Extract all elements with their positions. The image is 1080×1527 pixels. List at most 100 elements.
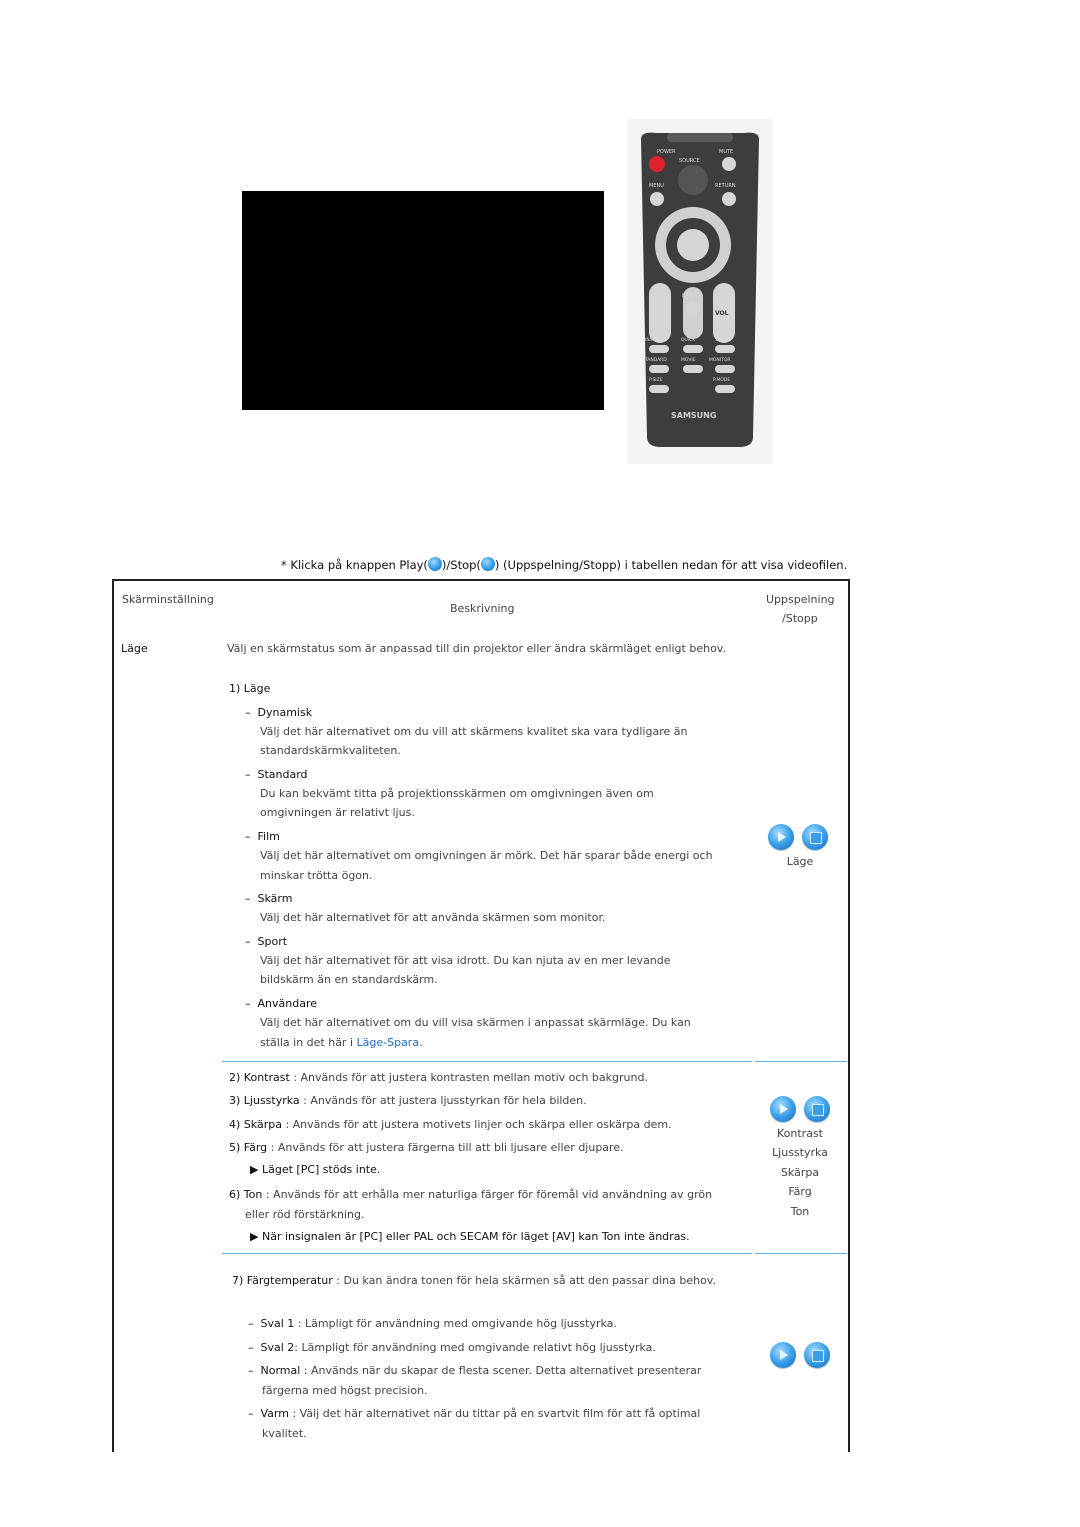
mode-desc-line: Välj det här alternativet om du vill vis…: [260, 1016, 691, 1029]
item-ljusstyrka: 3) Ljusstyrka : Används för att justera …: [229, 1091, 587, 1110]
note-prefix: * Klicka på knappen Play(: [281, 558, 428, 572]
stop-icon: [812, 1104, 824, 1116]
play-button[interactable]: [770, 1342, 796, 1368]
mode-standard: – Standard: [245, 768, 308, 781]
play-icon: [780, 1350, 788, 1360]
pmode-label: P.MODE: [713, 377, 730, 383]
mode-skarm: – Skärm: [245, 892, 293, 905]
item-term: Ton: [243, 1188, 263, 1201]
still-label: STILL: [715, 337, 727, 343]
item-num: 3): [229, 1094, 241, 1107]
mode-desc-line: Du kan bekvämt titta på projektionsskärm…: [260, 787, 654, 800]
note-pc: ▶ Läget [PC] stöds inte.: [250, 1160, 380, 1179]
note-mid: )/Stop(: [441, 558, 481, 572]
item-ton: 6) Ton : Används för att erhålla mer nat…: [229, 1185, 712, 1204]
item-desc: : Används för att erhålla mer naturliga …: [262, 1188, 713, 1201]
item-desc-line2: färgerna med högst precision.: [262, 1384, 428, 1397]
item-term: Varm: [260, 1407, 289, 1420]
section2-video-controls: [770, 1096, 830, 1122]
item-term: Sval 1: [260, 1317, 295, 1330]
enter-button: [677, 229, 709, 261]
item-num: 7): [232, 1274, 244, 1287]
row-label-lage: Läge: [121, 642, 148, 655]
header-setting: Skärminställning: [122, 593, 214, 606]
exit-label: EXIT: [682, 293, 694, 299]
item-term: Skärpa: [243, 1118, 282, 1131]
note-ton: ▶ När insignalen är [PC] eller PAL och S…: [250, 1227, 690, 1246]
play-icon: [778, 832, 786, 842]
side-label: Skärpa: [780, 1166, 820, 1179]
power-button: [649, 156, 665, 172]
mode-name: Användare: [257, 997, 318, 1010]
temp-sval1: – Sval 1 : Lämpligt för användning med o…: [248, 1317, 617, 1330]
item-num: 4): [229, 1118, 241, 1131]
item-term: Kontrast: [243, 1071, 290, 1084]
item-term: Färgtemperatur: [246, 1274, 333, 1287]
mode-name: Skärm: [257, 892, 293, 905]
item-desc-line2: eller röd förstärkning.: [245, 1208, 365, 1221]
header-description: Beskrivning: [450, 602, 515, 615]
section3-video-controls: [770, 1342, 830, 1368]
mode-name: Standard: [257, 768, 308, 781]
item-farg: 5) Färg : Används för att justera färger…: [229, 1138, 624, 1157]
item-desc: : Välj det här alternativet när du titta…: [288, 1407, 701, 1420]
item-skarpa: 4) Skärpa : Används för att justera moti…: [229, 1115, 672, 1134]
item-desc: : Du kan ändra tonen för hela skärmen så…: [332, 1274, 716, 1287]
mode-desc-line: bildskärm än en standardskärm.: [260, 973, 438, 986]
side-label: Färg: [788, 1185, 812, 1198]
item-num: 2): [229, 1071, 241, 1084]
section3-title: 7) Färgtemperatur : Du kan ändra tonen f…: [232, 1271, 716, 1290]
volume-plus-minus: [649, 283, 671, 343]
menu-button: [650, 192, 664, 206]
header-play-stop-1: Uppspelning: [766, 593, 835, 606]
quick-label: QUICK: [681, 337, 696, 343]
play-button[interactable]: [768, 824, 794, 850]
intro-text: Välj en skärmstatus som är anpassad till…: [227, 642, 726, 655]
item-num: 5): [229, 1141, 241, 1154]
item-desc: : Används för att justera motivets linje…: [281, 1118, 672, 1131]
section1-video-controls: [768, 824, 828, 850]
item-num: 6): [229, 1188, 241, 1201]
item-term: Färg: [243, 1141, 268, 1154]
stop-button[interactable]: [804, 1342, 830, 1368]
temp-normal: – Normal : Används när du skapar de fles…: [248, 1364, 702, 1377]
stop-icon: [812, 1350, 824, 1362]
stop-icon: [810, 832, 822, 844]
item-term: Sval 2: [260, 1341, 295, 1354]
table-top-border: [112, 579, 850, 581]
triangle-bullet-icon: ▶: [250, 1163, 259, 1176]
play-button[interactable]: [770, 1096, 796, 1122]
monitor-label: MONITOR: [709, 357, 731, 363]
header-play-stop-2: /Stopp: [782, 612, 818, 625]
return-button: [722, 192, 736, 206]
divider: [222, 1061, 752, 1062]
mode-dynamisk: – Dynamisk: [245, 706, 313, 719]
source-label: SOURCE: [679, 158, 700, 164]
mode-desc-line: standardskärmkvaliteten.: [260, 744, 401, 757]
triangle-bullet-icon: ▶: [250, 1230, 259, 1243]
side-label: Ton: [790, 1205, 810, 1218]
menu-label: MENU: [649, 183, 664, 189]
item-term: Ljusstyrka: [243, 1094, 300, 1107]
mode-sport: – Sport: [245, 935, 288, 948]
mode-desc-line: minskar trötta ögon.: [260, 869, 373, 882]
item-desc: : Används när du skapar de flesta scener…: [300, 1364, 702, 1377]
temp-sval2: – Sval 2: Lämpligt för användning med om…: [248, 1341, 656, 1354]
remote-control-image: POWER SOURCE MUTE MENU RETURN EXIT VOL I…: [627, 119, 773, 464]
exit-button: [686, 302, 700, 316]
vol-label: VOL: [715, 310, 729, 317]
play-icon: [427, 557, 442, 571]
install-label: INSTALL: [645, 337, 664, 343]
link-prefix: ställa in det här i: [260, 1036, 357, 1049]
temp-varm: – Varm : Välj det här alternativet när d…: [248, 1407, 701, 1420]
stop-button[interactable]: [802, 824, 828, 850]
lage-spara-link[interactable]: Läge-Spara: [357, 1036, 420, 1049]
divider: [755, 1061, 847, 1062]
section1-title: 1) Läge: [229, 682, 271, 695]
mode-desc-line-link: ställa in det här i Läge-Spara.: [260, 1033, 423, 1052]
table-right-border: [848, 579, 850, 1452]
video-player-screen[interactable]: [242, 191, 604, 410]
stop-button[interactable]: [804, 1096, 830, 1122]
item-desc-line2: kvalitet.: [262, 1427, 307, 1440]
table-left-border: [112, 579, 114, 1452]
